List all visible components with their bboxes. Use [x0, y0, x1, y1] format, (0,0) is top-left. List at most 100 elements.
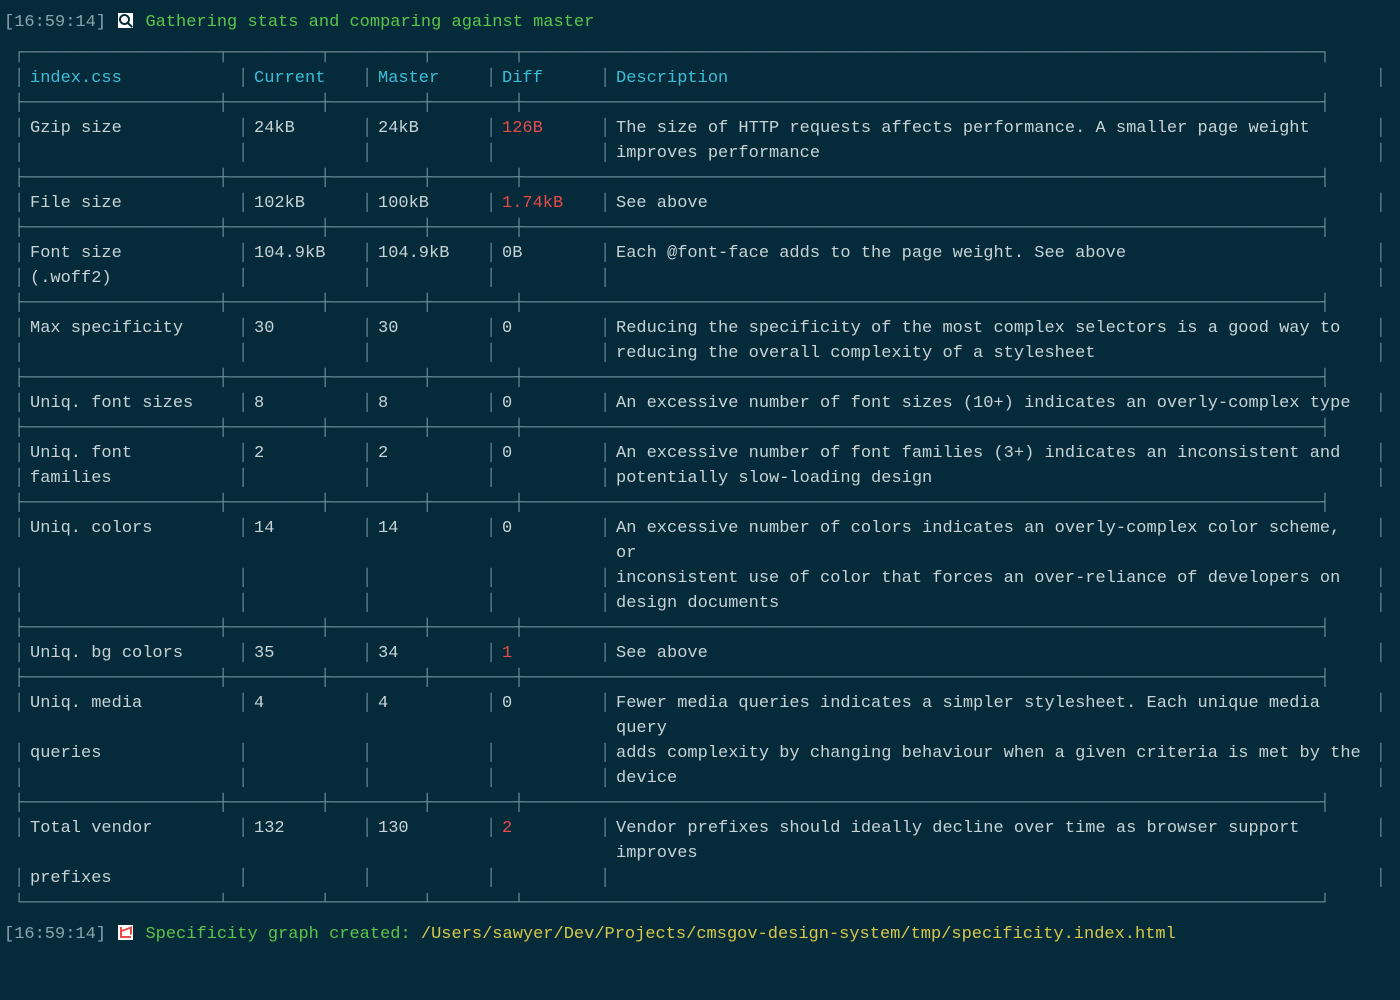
table-cell: inconsistent use of color that forces an… — [600, 566, 1386, 591]
table-cell: 34 — [362, 641, 486, 666]
table-cell: Vendor prefixes should ideally decline o… — [600, 816, 1386, 866]
table-rule: ├───────────────────┼─────────┼─────────… — [14, 291, 1386, 316]
table-header: index.cssCurrentMasterDiffDescription — [14, 66, 1386, 91]
table-row: design documents — [14, 591, 1386, 616]
table-cell: Uniq. font sizes — [14, 391, 238, 416]
diff-value: 1 — [502, 644, 512, 663]
table-rule: ├───────────────────┼─────────┼─────────… — [14, 616, 1386, 641]
table-cell: Max specificity — [14, 316, 238, 341]
table-cell: Reducing the specificity of the most com… — [600, 316, 1386, 341]
table-rule: └───────────────────┴─────────┴─────────… — [14, 891, 1386, 916]
diff-value: 0 — [502, 319, 512, 338]
diff-value: 0B — [502, 244, 522, 263]
table-rule: ├───────────────────┼─────────┼─────────… — [14, 491, 1386, 516]
table-cell: 8 — [362, 391, 486, 416]
table-cell: device — [600, 766, 1386, 791]
table-row: File size102kB100kB1.74kBSee above — [14, 191, 1386, 216]
table-cell: Each @font-face adds to the page weight.… — [600, 241, 1386, 266]
table-cell: See above — [600, 641, 1386, 666]
table-row: Uniq. colors14140An excessive number of … — [14, 516, 1386, 566]
table-cell: 8 — [238, 391, 362, 416]
table-cell: 0 — [486, 441, 600, 466]
table-row: prefixes — [14, 866, 1386, 891]
table-cell: Fewer media queries indicates a simpler … — [600, 691, 1386, 741]
table-cell: potentially slow-loading design — [600, 466, 1386, 491]
table-cell: 126B — [486, 116, 600, 141]
table-rule: ├───────────────────┼─────────┼─────────… — [14, 216, 1386, 241]
table-rule: ├───────────────────┼─────────┼─────────… — [14, 366, 1386, 391]
table-cell: Font size — [14, 241, 238, 266]
table-cell: adds complexity by changing behaviour wh… — [600, 741, 1386, 766]
table-cell: File size — [14, 191, 238, 216]
table-rule: ├───────────────────┼─────────┼─────────… — [14, 791, 1386, 816]
table-cell: Uniq. font — [14, 441, 238, 466]
table-cell: 35 — [238, 641, 362, 666]
table-cell: 30 — [238, 316, 362, 341]
table-row: Font size104.9kB104.9kB0BEach @font-face… — [14, 241, 1386, 266]
table-cell: See above — [600, 191, 1386, 216]
table-rule: ├───────────────────┼─────────┼─────────… — [14, 666, 1386, 691]
table-row: improves performance — [14, 141, 1386, 166]
log-message: Specificity graph created: /Users/sawyer… — [145, 925, 1175, 944]
table-cell: 2 — [362, 441, 486, 466]
table-cell: 132 — [238, 816, 362, 841]
table-cell: 104.9kB — [362, 241, 486, 266]
table-cell: 14 — [362, 516, 486, 541]
table-cell: Diff — [486, 66, 600, 91]
table-row: Max specificity30300Reducing the specifi… — [14, 316, 1386, 341]
diff-value: 2 — [502, 819, 512, 838]
table-cell: 1 — [486, 641, 600, 666]
table-cell: Description — [600, 66, 1386, 91]
table-cell: 2 — [486, 816, 600, 841]
terminal-screen: [16:59:14] Gathering stats and comparing… — [0, 0, 1400, 957]
table-cell: Master — [362, 66, 486, 91]
table-cell: 1.74kB — [486, 191, 600, 216]
chart-icon — [118, 925, 133, 940]
table-cell: Gzip size — [14, 116, 238, 141]
table-row: families potentially slow-loading design — [14, 466, 1386, 491]
table-cell: (.woff2) — [14, 266, 238, 291]
table-row: Uniq. font sizes880An excessive number o… — [14, 391, 1386, 416]
table-cell: 14 — [238, 516, 362, 541]
table-row: Gzip size24kB24kB126BThe size of HTTP re… — [14, 116, 1386, 141]
log-message: Gathering stats and comparing against ma… — [145, 13, 594, 32]
table-row: inconsistent use of color that forces an… — [14, 566, 1386, 591]
table-rule: ├───────────────────┼─────────┼─────────… — [14, 416, 1386, 441]
table-cell: queries — [14, 741, 238, 766]
timestamp: [16:59:14] — [4, 925, 106, 944]
table-cell: The size of HTTP requests affects perfor… — [600, 116, 1386, 141]
table-cell: 102kB — [238, 191, 362, 216]
timestamp: [16:59:14] — [4, 13, 106, 32]
table-cell: 0 — [486, 691, 600, 716]
table-cell: 104.9kB — [238, 241, 362, 266]
diff-value: 0 — [502, 694, 512, 713]
table-cell: 30 — [362, 316, 486, 341]
log-line: [16:59:14] Specificity graph created: /U… — [4, 922, 1396, 947]
table-cell: index.css — [14, 66, 238, 91]
table-cell: 24kB — [362, 116, 486, 141]
diff-value: 1.74kB — [502, 194, 563, 213]
table-row: Uniq. bg colors35341See above — [14, 641, 1386, 666]
table-cell: Uniq. colors — [14, 516, 238, 541]
table-cell: Uniq. media — [14, 691, 238, 716]
table-cell: Current — [238, 66, 362, 91]
diff-value: 126B — [502, 119, 543, 138]
stats-table: ┌───────────────────┬─────────┬─────────… — [14, 41, 1386, 916]
table-cell: 4 — [362, 691, 486, 716]
log-line: [16:59:14] Gathering stats and comparing… — [4, 10, 1396, 35]
table-row: Uniq. font220An excessive number of font… — [14, 441, 1386, 466]
table-cell: improves performance — [600, 141, 1386, 166]
table-cell: 0B — [486, 241, 600, 266]
table-row: device — [14, 766, 1386, 791]
table-cell: An excessive number of font sizes (10+) … — [600, 391, 1386, 416]
table-rule: ├───────────────────┼─────────┼─────────… — [14, 91, 1386, 116]
table-rule: ┌───────────────────┬─────────┬─────────… — [14, 41, 1386, 66]
table-row: queries adds complexity by changing behav… — [14, 741, 1386, 766]
search-icon — [118, 13, 133, 28]
table-cell: 0 — [486, 316, 600, 341]
table-row: reducing the overall complexity of a sty… — [14, 341, 1386, 366]
table-cell: 24kB — [238, 116, 362, 141]
table-cell: 4 — [238, 691, 362, 716]
table-cell: Total vendor — [14, 816, 238, 841]
table-cell: families — [14, 466, 238, 491]
